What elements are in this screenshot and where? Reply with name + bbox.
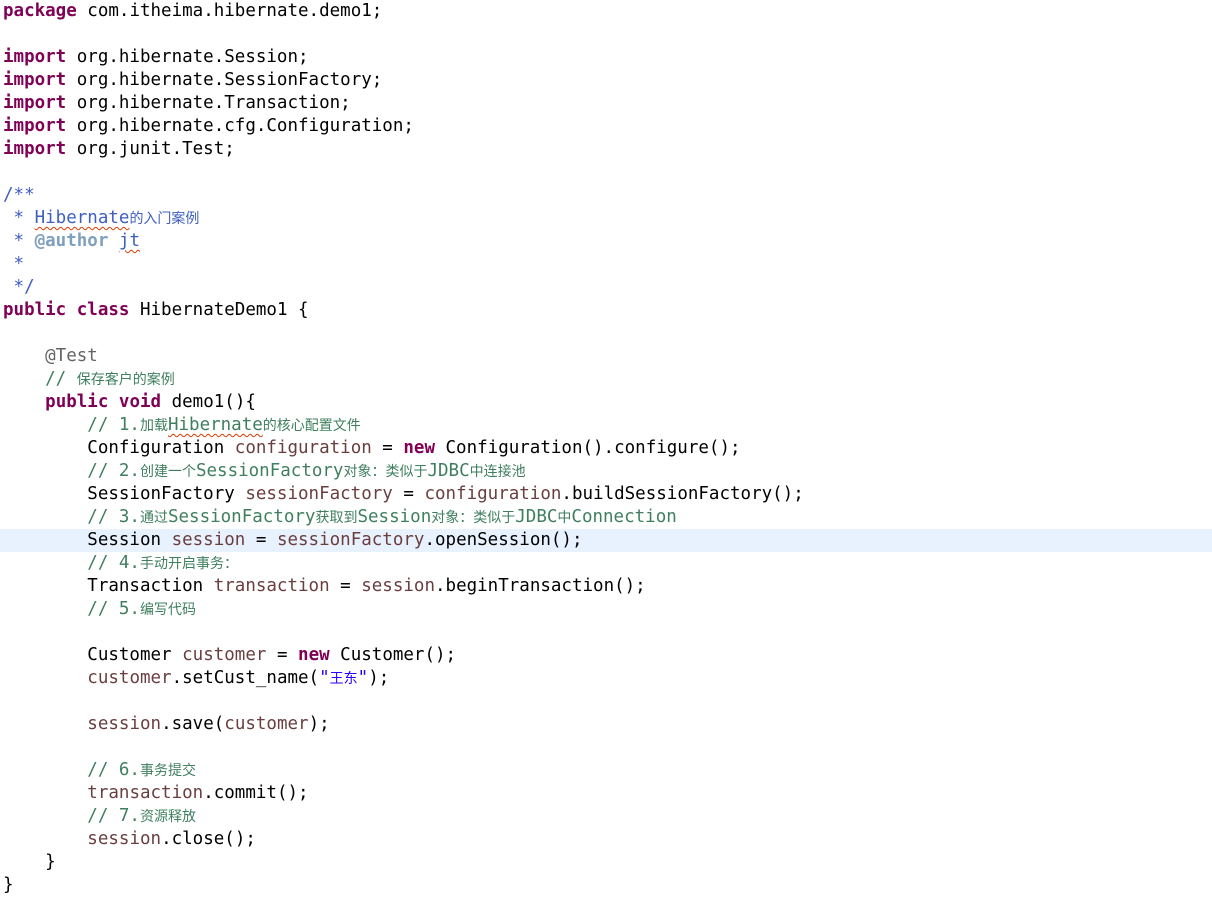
comment-line: // 6.事务提交 <box>3 760 196 780</box>
comment-line: // 1.加载Hibernate的核心配置文件 <box>3 415 361 435</box>
method-declaration: public void demo1(){ <box>45 392 256 412</box>
code-line: import org.junit.Test; <box>3 139 235 159</box>
comment-line: // 保存客户的案例 <box>3 369 175 389</box>
comment-line: // 4.手动开启事务： <box>3 553 238 573</box>
annotation-line: @Test <box>3 346 98 366</box>
comment-line: // 2.创建一个SessionFactory对象：类似于JDBC中连接池 <box>3 461 526 481</box>
code-line: Customer customer = new Customer(); <box>3 645 457 665</box>
code-line: session.close(); <box>87 829 256 849</box>
code-line: transaction.commit(); <box>87 783 309 803</box>
code-line: import org.hibernate.cfg.Configuration; <box>3 116 414 136</box>
code-line: Transaction transaction = session.beginT… <box>3 576 646 596</box>
current-line: Session session = sessionFactory.openSes… <box>0 529 1212 552</box>
method-closing-brace: } <box>3 852 56 872</box>
code-line: Configuration configuration = new Config… <box>3 438 741 458</box>
code-line: import org.hibernate.Session; <box>3 47 309 67</box>
code-line: customer.setCust_name("王东"); <box>87 668 390 688</box>
javadoc-line: * Hibernate的入门案例 <box>3 208 200 228</box>
code-line: import org.hibernate.Transaction; <box>3 93 351 113</box>
code-line: import org.hibernate.SessionFactory; <box>3 70 383 90</box>
class-declaration: public class HibernateDemo1 { <box>3 300 309 320</box>
code-line: package com.itheima.hibernate.demo1; <box>3 1 383 21</box>
code-line: session.save(customer); <box>87 714 330 734</box>
javadoc-line: * @author jt <box>3 231 140 251</box>
code-line: SessionFactory sessionFactory = configur… <box>3 484 804 504</box>
javadoc-line: /** <box>3 185 35 205</box>
code-editor[interactable]: package com.itheima.hibernate.demo1; imp… <box>0 0 1212 919</box>
javadoc-line: * <box>3 254 25 274</box>
class-closing-brace: } <box>3 875 14 895</box>
comment-line: // 5.编写代码 <box>3 599 196 619</box>
comment-line: // 7.资源释放 <box>3 806 196 826</box>
comment-line: // 3.通过SessionFactory获取到Session对象：类似于JDB… <box>3 507 677 527</box>
javadoc-line: */ <box>3 277 35 297</box>
